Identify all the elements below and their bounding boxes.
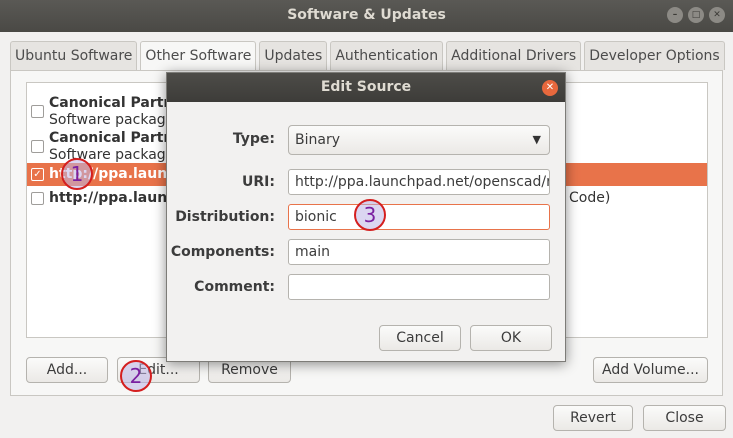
components-field[interactable]: main: [288, 239, 550, 265]
revert-button[interactable]: Revert: [553, 405, 633, 431]
source-checkbox[interactable]: [31, 140, 44, 153]
distribution-field[interactable]: bionic: [288, 204, 550, 230]
source-title: Canonical Partne: [49, 130, 183, 146]
distribution-label: Distribution:: [175, 209, 275, 225]
cancel-button[interactable]: Cancel: [379, 325, 461, 351]
annotation-marker-3: 3: [354, 199, 386, 231]
source-checkbox[interactable]: [31, 105, 44, 118]
minimize-icon[interactable]: –: [667, 7, 683, 23]
components-label: Components:: [170, 244, 275, 260]
annotation-marker-1: 1: [61, 158, 93, 190]
annotation-marker-2: 2: [120, 360, 152, 392]
type-select-value: Binary: [295, 132, 340, 148]
comment-label: Comment:: [194, 279, 275, 295]
ok-button[interactable]: OK: [470, 325, 552, 351]
tab-bar: Ubuntu Software Other Software Updates A…: [10, 41, 728, 72]
edit-source-dialog: Edit Source ✕ Type: Binary ▼ URI: http:/…: [166, 72, 566, 362]
tab-ubuntu-software[interactable]: Ubuntu Software: [10, 41, 138, 70]
tab-other-software[interactable]: Other Software: [140, 41, 257, 72]
type-label: Type:: [232, 131, 275, 147]
tab-developer-options[interactable]: Developer Options: [584, 41, 725, 70]
window-controls: – □ ✕: [667, 7, 725, 23]
dialog-title: Edit Source: [320, 79, 412, 95]
tab-updates[interactable]: Updates: [259, 41, 328, 70]
add-source-button[interactable]: Add...: [26, 357, 108, 383]
uri-field[interactable]: http://ppa.launchpad.net/openscad/r: [288, 169, 550, 195]
window-title: Software & Updates: [287, 7, 446, 23]
source-title: http://ppa.launc: [49, 190, 176, 206]
close-icon[interactable]: ✕: [542, 80, 558, 96]
source-checkbox-checked[interactable]: ✓: [31, 168, 44, 181]
add-volume-button[interactable]: Add Volume...: [593, 357, 708, 383]
dialog-titlebar[interactable]: Edit Source ✕: [167, 73, 565, 102]
source-tail-text: Code): [569, 190, 611, 206]
comment-field[interactable]: [288, 274, 550, 300]
tab-authentication[interactable]: Authentication: [330, 41, 444, 70]
source-title: Canonical Partne: [49, 95, 183, 111]
tab-additional-drivers[interactable]: Additional Drivers: [446, 41, 582, 70]
close-window-icon[interactable]: ✕: [709, 7, 725, 23]
chevron-down-icon: ▼: [532, 133, 541, 146]
close-button[interactable]: Close: [643, 405, 726, 431]
maximize-icon[interactable]: □: [688, 7, 704, 23]
uri-label: URI:: [242, 174, 275, 190]
window-titlebar[interactable]: Software & Updates – □ ✕: [0, 0, 733, 32]
source-checkbox[interactable]: [31, 192, 44, 205]
type-select[interactable]: Binary ▼: [288, 125, 550, 155]
